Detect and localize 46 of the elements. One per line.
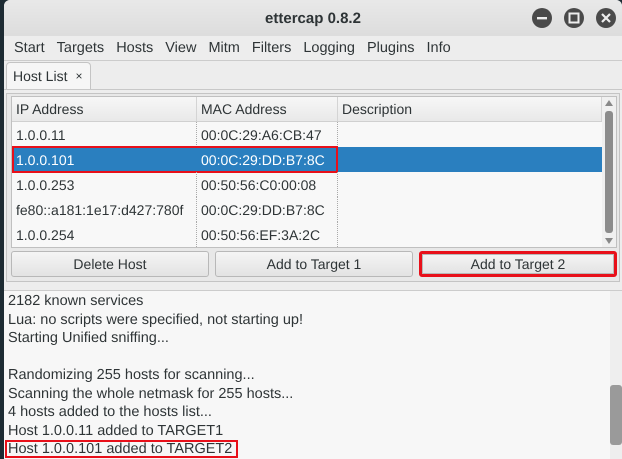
minimize-icon[interactable] [532,8,552,28]
scroll-down-icon[interactable] [605,238,613,244]
menu-item[interactable]: Logging [297,40,361,56]
table-cell: 1.0.0.11 [12,122,197,147]
tab[interactable]: Host List × [6,62,92,89]
maximize-icon[interactable] [564,8,584,28]
table-cell: 00:0C:29:DD:B7:8C [197,197,338,222]
scrollbar[interactable] [602,97,616,247]
scroll-up-icon[interactable] [605,100,613,106]
menu-item[interactable]: Plugins [360,40,421,56]
menu-item[interactable]: Mitm [202,40,246,56]
column-header[interactable]: MAC Address [197,97,338,121]
table-cell: 1.0.0.254 [12,222,197,247]
log-line: Lua: no scripts were specified, not starting up! [7,310,304,328]
menu-item[interactable]: Info [420,40,457,56]
menu-item[interactable]: Filters [246,40,298,56]
log-line: Randomizing 255 hosts for scanning... [7,366,256,384]
table-row[interactable]: 1.0.0.253 00:50:56:C0:00:08 [12,172,602,197]
table-cell: 1.0.0.253 [12,172,197,197]
table-cell: 00:0C:29:DD:B7:8C [197,147,338,172]
log-line: Starting Unified sniffing... [7,329,170,347]
log-line: 2182 known services [7,292,144,310]
close-icon[interactable] [596,8,616,28]
menu-item[interactable]: View [159,40,202,56]
table-row[interactable]: fe80::a181:1e17:d427:780f 00:0C:29:DD:B7:8C [12,197,602,222]
scrollbar[interactable] [610,291,622,459]
table-row[interactable]: 1.0.0.101 00:0C:29:DD:B7:8C [12,147,602,172]
window-title: ettercap 0.8.2 [265,10,361,26]
table-cell: 00:50:56:EF:3A:2C [197,222,338,247]
table-cell: 1.0.0.101 [12,147,197,172]
menu-item[interactable]: Hosts [110,40,160,56]
log-line: Scanning the whole netmask for 255 hosts... [7,384,294,402]
table-cell: 00:0C:29:A6:CB:47 [197,122,338,147]
action-button[interactable]: Delete Host [11,251,209,277]
log-line: 4 hosts added to the hosts list... [7,403,213,421]
table-row[interactable]: 1.0.0.11 00:0C:29:A6:CB:47 [12,122,602,147]
table-cell: fe80::a181:1e17:d427:780f [12,197,197,222]
column-header[interactable]: IP Address [12,97,197,121]
action-button[interactable]: Add to Target 1 [215,251,413,277]
table-row[interactable]: 1.0.0.254 00:50:56:EF:3A:2C [12,222,602,247]
close-icon[interactable]: × [75,69,82,83]
menu-item[interactable]: Start [8,40,51,56]
table-cell: 00:50:56:C0:00:08 [197,172,338,197]
menu-item[interactable]: Targets [50,40,110,56]
log-line: Host 1.0.0.11 added to TARGET1 [7,422,224,440]
action-button[interactable]: Add to Target 2 [419,251,617,277]
